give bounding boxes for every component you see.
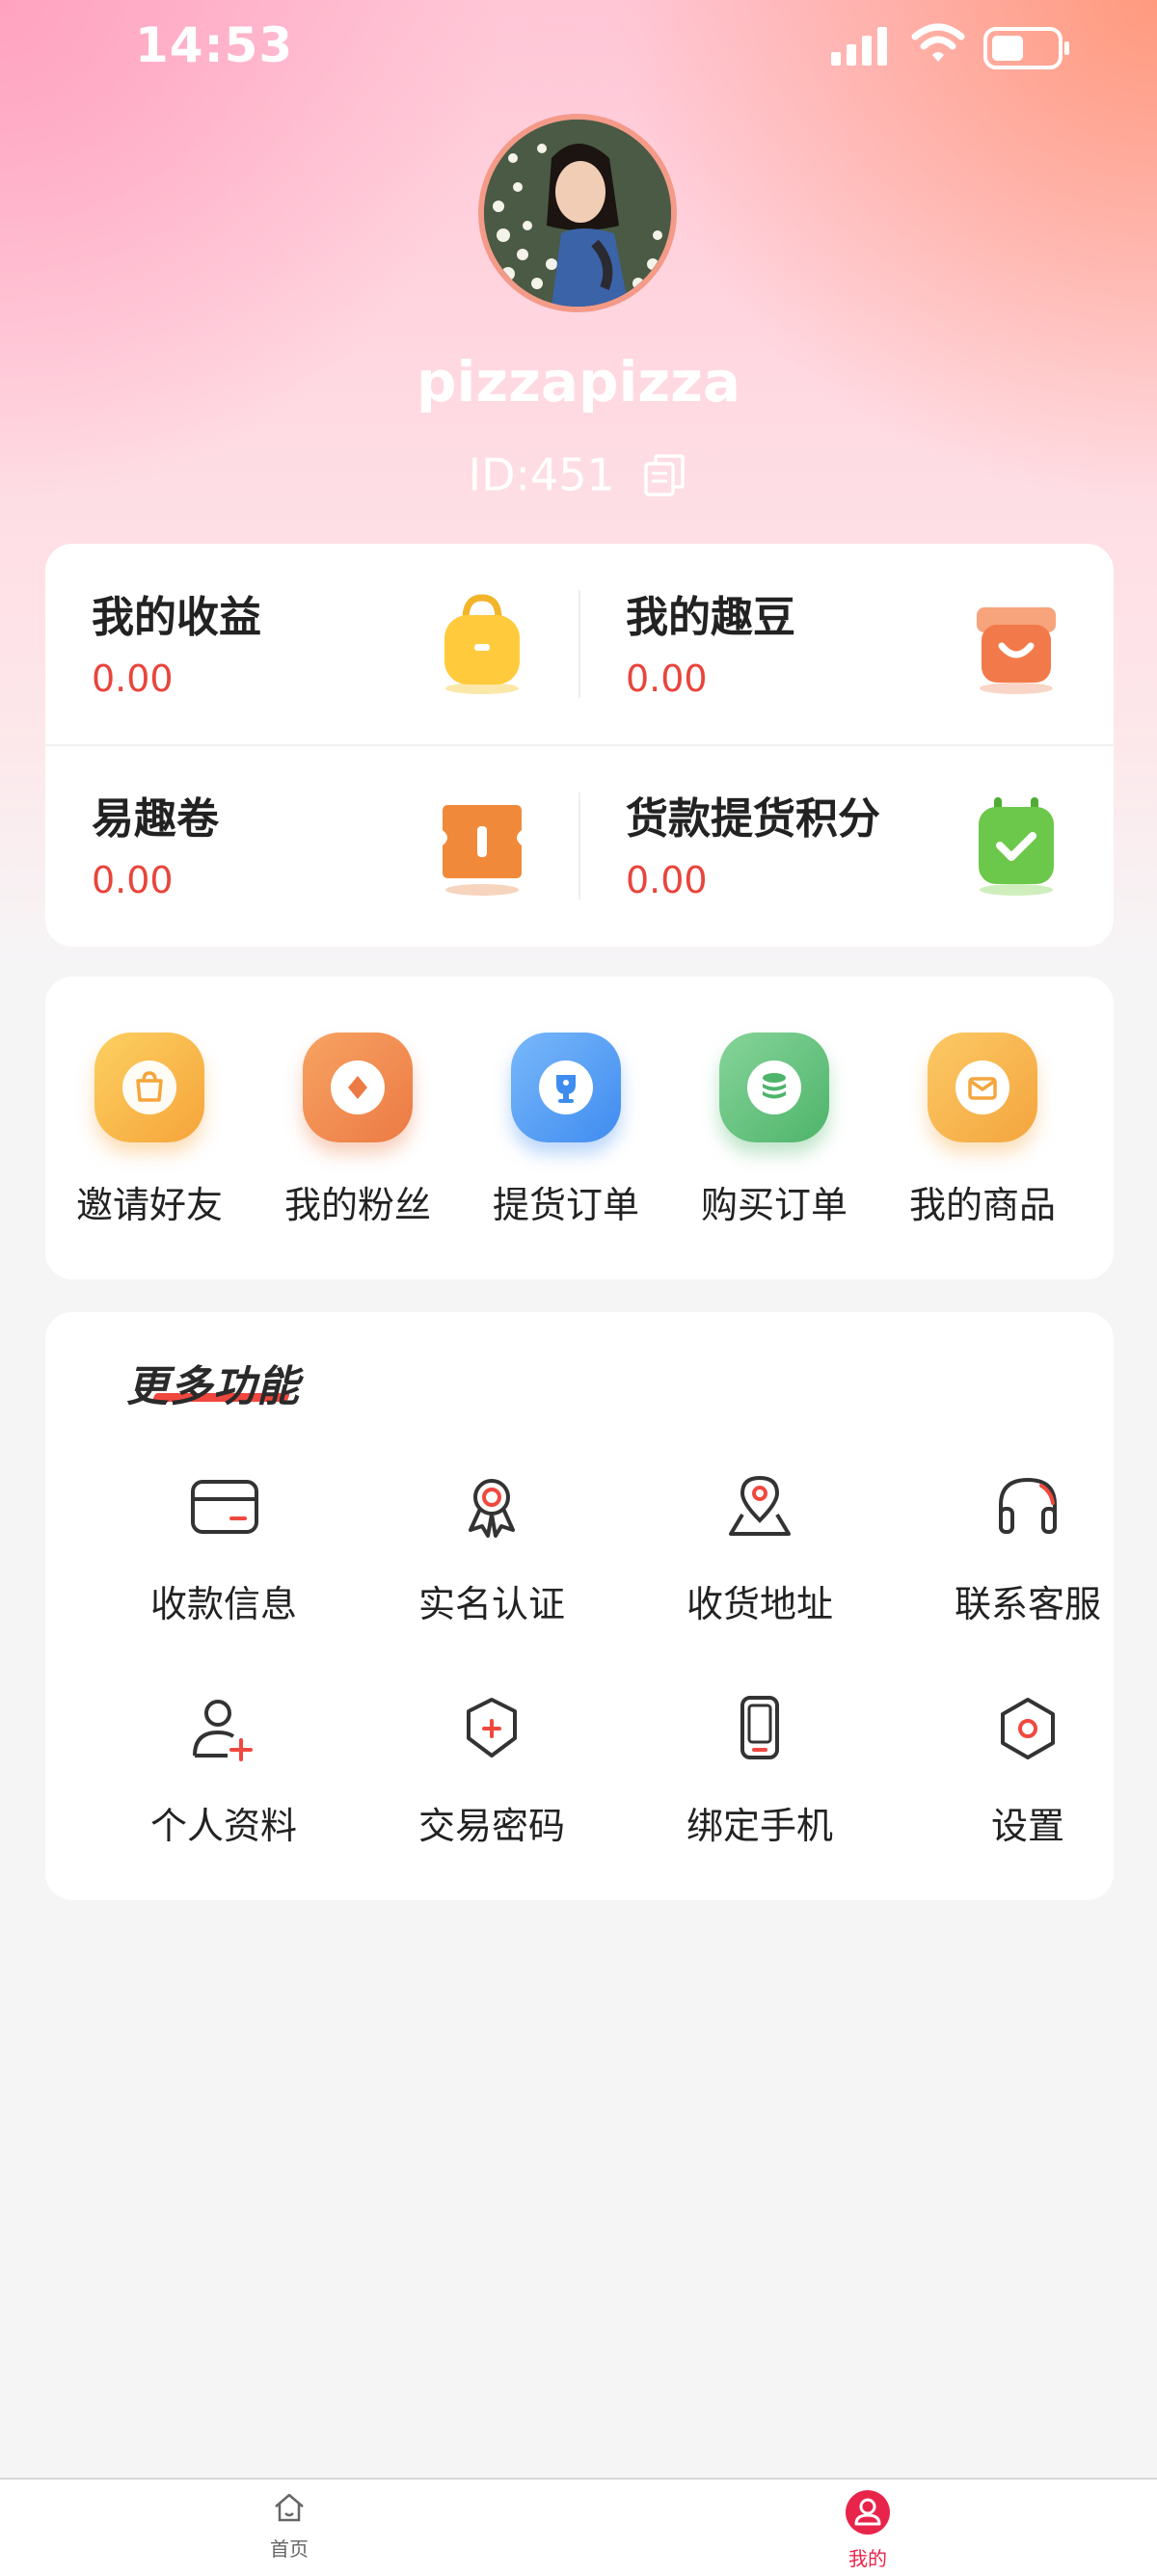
phone-icon bbox=[740, 1696, 779, 1759]
func-label: 个人资料 bbox=[149, 1805, 297, 1847]
stat-value: 0.00 bbox=[92, 657, 174, 700]
tab-label: 我的 bbox=[848, 2547, 887, 2570]
shortcut-pickup-orders[interactable]: 提货订单 bbox=[462, 1033, 670, 1245]
func-label: 联系客服 bbox=[954, 1583, 1101, 1625]
func-real-name-auth[interactable]: 实名认证 bbox=[366, 1466, 617, 1625]
func-payment-info[interactable]: 收款信息 bbox=[98, 1466, 349, 1625]
cellular-signal-icon bbox=[831, 27, 887, 66]
stat-label: 我的趣豆 bbox=[626, 593, 795, 642]
stat-label: 货款提货积分 bbox=[626, 794, 880, 844]
gift-box-icon bbox=[977, 607, 1056, 694]
stat-earnings[interactable]: 我的收益 0.00 bbox=[45, 544, 579, 745]
tab-home[interactable]: 首页 bbox=[193, 2489, 386, 2562]
shortcut-label: 邀请好友 bbox=[75, 1184, 223, 1226]
wallet-bag-icon bbox=[444, 594, 520, 694]
func-contact-support[interactable]: 联系客服 bbox=[902, 1466, 1153, 1625]
stat-value: 0.00 bbox=[626, 657, 708, 700]
func-shipping-address[interactable]: 收货地址 bbox=[634, 1466, 885, 1625]
func-bind-phone[interactable]: 绑定手机 bbox=[634, 1688, 885, 1847]
stat-value: 0.00 bbox=[92, 859, 174, 901]
stat-coupon[interactable]: 易趣卷 0.00 bbox=[45, 745, 579, 947]
divider bbox=[578, 792, 580, 900]
avatar-photo bbox=[484, 120, 671, 307]
avatar[interactable] bbox=[478, 114, 677, 312]
status-bar: 14:53 bbox=[0, 0, 1157, 96]
tab-mine[interactable]: 我的 bbox=[771, 2489, 964, 2571]
func-label: 收款信息 bbox=[149, 1583, 297, 1625]
battery-icon bbox=[983, 27, 1069, 69]
stat-value: 0.00 bbox=[626, 859, 708, 901]
shortcut-my-products[interactable]: 我的商品 bbox=[878, 1033, 1087, 1245]
shortcut-label: 购买订单 bbox=[700, 1184, 848, 1226]
tab-label: 首页 bbox=[270, 2537, 309, 2561]
stat-label: 易趣卷 bbox=[92, 794, 219, 844]
calendar-check-icon bbox=[979, 797, 1054, 896]
shortcut-label: 提货订单 bbox=[492, 1184, 639, 1226]
settings-hexagon-icon bbox=[1001, 1698, 1055, 1759]
func-trade-password[interactable]: 交易密码 bbox=[366, 1688, 617, 1847]
database-icon bbox=[719, 1033, 829, 1142]
user-add-icon bbox=[193, 1700, 253, 1761]
trophy-icon bbox=[511, 1033, 621, 1142]
func-label: 实名认证 bbox=[417, 1583, 565, 1625]
func-personal-profile[interactable]: 个人资料 bbox=[98, 1688, 349, 1847]
more-functions-title: 更多功能 bbox=[82, 1351, 313, 1422]
username: pizzapizza bbox=[416, 349, 741, 415]
shortcut-purchase-orders[interactable]: 购买订单 bbox=[670, 1033, 878, 1245]
envelope-icon bbox=[928, 1033, 1037, 1142]
func-label: 收货地址 bbox=[686, 1583, 833, 1625]
bottom-tab-bar: 首页 我的 bbox=[0, 2478, 1157, 2576]
user-id: ID:451 bbox=[468, 448, 615, 501]
user-id-row: ID:451 bbox=[0, 445, 1157, 501]
divider bbox=[578, 590, 580, 698]
func-label: 绑定手机 bbox=[686, 1805, 833, 1847]
divider bbox=[45, 744, 1114, 746]
profile-icon bbox=[846, 2490, 890, 2535]
more-functions-card: 更多功能 收款信息 实名认证 收货地址 联系客服 个人资料 交易密码 绑定手机 … bbox=[45, 1312, 1114, 1900]
shopping-bag-icon bbox=[94, 1033, 204, 1142]
wifi-icon bbox=[911, 23, 965, 62]
coin-icon bbox=[303, 1033, 413, 1142]
stat-points[interactable]: 货款提货积分 0.00 bbox=[579, 745, 1114, 947]
shield-plus-icon bbox=[467, 1698, 517, 1758]
func-settings[interactable]: 设置 bbox=[902, 1688, 1153, 1847]
coupon-icon bbox=[443, 805, 522, 896]
shortcut-invite-friends[interactable]: 邀请好友 bbox=[45, 1033, 254, 1245]
card-icon bbox=[191, 1480, 258, 1534]
home-icon bbox=[275, 2493, 304, 2522]
shortcut-label: 我的粉丝 bbox=[283, 1184, 431, 1226]
more-functions-title-text: 更多功能 bbox=[126, 1362, 304, 1411]
copy-icon[interactable] bbox=[642, 452, 688, 498]
status-time: 14:53 bbox=[135, 17, 294, 73]
stat-label: 我的收益 bbox=[92, 593, 261, 642]
shortcut-label: 我的商品 bbox=[908, 1184, 1056, 1226]
func-label: 交易密码 bbox=[417, 1805, 565, 1847]
stats-card: 我的收益 0.00 我的趣豆 0.00 易趣卷 0.00 货款提货积分 0.00 bbox=[45, 544, 1114, 947]
location-pin-icon bbox=[729, 1475, 791, 1536]
stat-beans[interactable]: 我的趣豆 0.00 bbox=[579, 544, 1114, 745]
headset-icon bbox=[999, 1477, 1057, 1534]
badge-icon bbox=[469, 1479, 515, 1538]
func-label: 设置 bbox=[990, 1805, 1064, 1847]
shortcut-my-fans[interactable]: 我的粉丝 bbox=[254, 1033, 462, 1245]
shortcuts-card: 邀请好友 我的粉丝 提货订单 购买订单 我的商品 bbox=[45, 977, 1114, 1279]
